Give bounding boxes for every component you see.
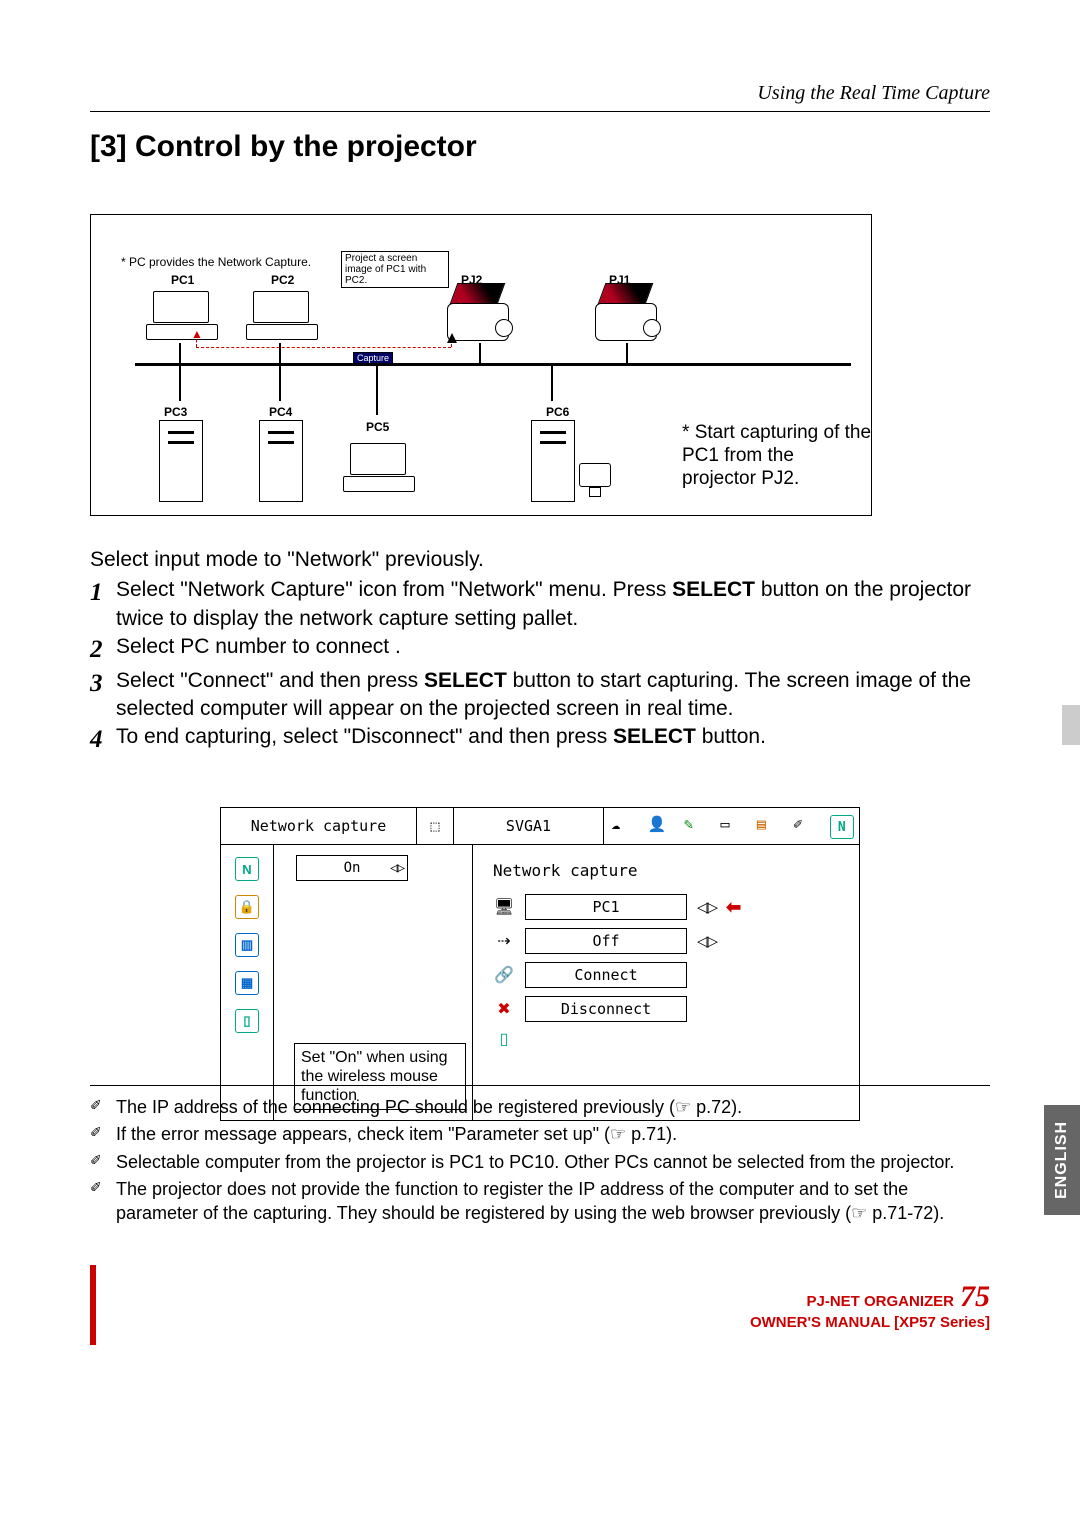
osd-row-disconnect: ✖ Disconnect — [493, 996, 839, 1022]
osd-topbar-icons: ☁ 👤 ✎ ▭ ▤ ✐ N — [604, 808, 859, 844]
page-icon: ▯ — [235, 1009, 259, 1033]
projector-icon — [591, 289, 661, 345]
pen-icon: ✐ — [793, 815, 815, 837]
section-title: [3] Control by the projector — [90, 130, 990, 164]
diagram-project-note: Project a screen image of PC1 with PC2. — [341, 251, 449, 288]
nav-lr-icon: ◁▷ — [390, 860, 403, 876]
side-caption-leader — [651, 363, 851, 365]
disconnect-icon: ✖ — [493, 1000, 515, 1018]
footnote-4: ✐The projector does not provide the func… — [90, 1178, 990, 1225]
osd-topbar: Network capture ⬚ SVGA1 ☁ 👤 ✎ ▭ ▤ ✐ N — [220, 807, 860, 845]
footer-manual: OWNER'S MANUAL [XP57 Series] — [750, 1314, 990, 1331]
gray-margin-strip — [1062, 705, 1080, 745]
hand-icon: ✐ — [90, 1096, 108, 1119]
arrow-up-icon — [447, 333, 457, 343]
connect-icon: 🔗 — [493, 966, 515, 984]
tower-pc-icon — [259, 420, 303, 502]
label-pc1: PC1 — [171, 273, 194, 287]
n-icon: N — [235, 857, 259, 881]
hand-icon: ✐ — [90, 1123, 108, 1146]
hand-icon: ✐ — [90, 1178, 108, 1225]
footer-product: PJ-NET ORGANIZER75 OWNER'S MANUAL [XP57 … — [750, 1280, 990, 1331]
red-arrowhead-icon: ▲ — [191, 327, 203, 341]
step-1: 1 Select "Network Capture" icon from "Ne… — [90, 576, 990, 633]
tower-pc-icon — [159, 420, 203, 502]
osd-right-panel: Network capture 🖥 PC1 ◁▷ ⬅ ⇢ Off ◁▷ 🔗 Co… — [473, 845, 859, 1120]
intro-text: Select input mode to "Network" previousl… — [90, 546, 990, 574]
footnote-3: ✐Selectable computer from the projector … — [90, 1151, 990, 1174]
monitor-icon — [579, 463, 611, 487]
nav-lr-icon: ◁▷ — [697, 898, 716, 916]
tower-pc-icon — [531, 420, 575, 502]
footnotes-block: ✐The IP address of the connecting PC sho… — [90, 1085, 990, 1229]
nav-lr-icon: ◁▷ — [697, 932, 716, 950]
osd-topbar-title: Network capture — [221, 808, 417, 844]
page-icon: ▯ — [493, 1030, 515, 1048]
signal-icon: ⇢ — [493, 932, 515, 950]
laptop-icon — [146, 291, 216, 343]
language-tab: ENGLISH — [1044, 1105, 1080, 1215]
lock-icon: 🔒 — [235, 895, 259, 919]
screen2-icon: ▦ — [235, 971, 259, 995]
step-2: 2 Select PC number to connect . — [90, 633, 990, 667]
steps-list: 1 Select "Network Capture" icon from "Ne… — [90, 576, 990, 757]
diagram-pc-note: * PC provides the Network Capture. — [121, 255, 311, 269]
osd-row-connect: 🔗 Connect — [493, 962, 839, 988]
osd-panel-title: Network capture — [493, 861, 839, 880]
person-icon: 👤 — [648, 815, 670, 837]
osd-left-icons: N 🔒 ▥ ▦ ▯ — [221, 845, 274, 1120]
osd-row-page: ▯ — [493, 1030, 839, 1048]
osd-on-field: On ◁▷ — [296, 855, 408, 881]
brush-icon: ✎ — [684, 815, 706, 837]
footnote-2: ✐If the error message appears, check ite… — [90, 1123, 990, 1146]
label-pc2: PC2 — [271, 273, 294, 287]
screen-icon: ▭ — [720, 815, 742, 837]
monitor-icon: 🖥 — [493, 898, 515, 916]
cloud-icon: ☁ — [611, 815, 633, 837]
label-pc4: PC4 — [269, 405, 292, 419]
laptop-icon — [343, 443, 413, 495]
red-left-arrow-icon: ⬅ — [726, 897, 741, 918]
osd-screenshot: Network capture ⬚ SVGA1 ☁ 👤 ✎ ▭ ▤ ✐ N N … — [220, 807, 860, 1121]
footnote-1: ✐The IP address of the connecting PC sho… — [90, 1096, 990, 1119]
osd-topbar-mode: SVGA1 — [454, 808, 604, 844]
step-4: 4 To end capturing, select "Disconnect" … — [90, 723, 990, 757]
red-path — [196, 347, 451, 348]
osd-row-off: ⇢ Off ◁▷ — [493, 928, 839, 954]
label-pc5: PC5 — [366, 420, 389, 434]
page-number: 75 — [960, 1280, 990, 1313]
red-margin-strip — [90, 1265, 96, 1345]
footnote-rule — [90, 1085, 990, 1086]
diagram-side-caption: * Start capturing of the PC1 from the pr… — [682, 422, 872, 490]
hand-icon: ✐ — [90, 1151, 108, 1174]
step-3: 3 Select "Connect" and then press SELECT… — [90, 667, 990, 724]
header-breadcrumb: Using the Real Time Capture — [90, 82, 990, 105]
list-icon: ▤ — [757, 815, 779, 837]
header-rule — [90, 111, 990, 112]
label-pc3: PC3 — [164, 405, 187, 419]
capture-button-label: Capture — [353, 352, 393, 364]
network-n-icon: N — [830, 815, 852, 837]
osd-row-pc: 🖥 PC1 ◁▷ ⬅ — [493, 894, 839, 920]
osd-center-panel: On ◁▷ Set "On" when using the wireless m… — [274, 845, 473, 1120]
osd-topbar-icon: ⬚ — [417, 808, 454, 844]
label-pc6: PC6 — [546, 405, 569, 419]
screen1-icon: ▥ — [235, 933, 259, 957]
laptop-icon — [246, 291, 316, 343]
